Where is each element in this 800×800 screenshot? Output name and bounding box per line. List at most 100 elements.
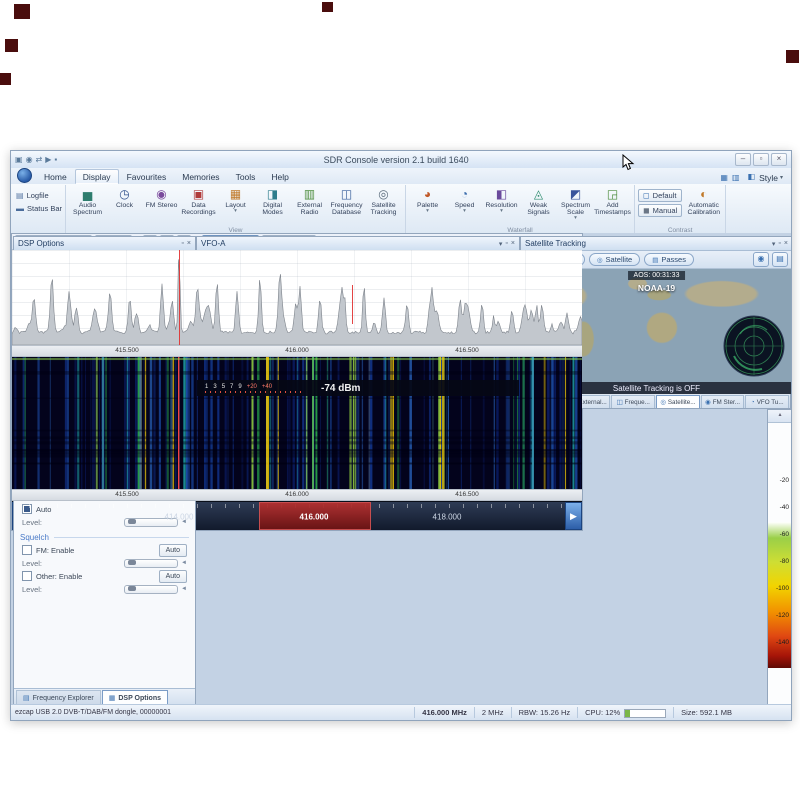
tuning-marker[interactable] (352, 285, 353, 324)
ribbon-button[interactable]: ▣ Data Recordings (180, 186, 217, 216)
nav-track[interactable]: 414.000416.000418.000 (29, 502, 565, 530)
ribbon-toggle[interactable]: ▬ Status Bar (16, 204, 62, 213)
quick-access-toolbar: ▣◉⇄▶▪ (15, 155, 57, 164)
left-panel-tabs: ▤ Frequency Explorer ▦ DSP Options (14, 688, 195, 705)
menu-tab[interactable]: Help (263, 169, 296, 184)
menu-tab[interactable]: Memories (174, 169, 227, 184)
pin-icon[interactable]: ▫ (505, 240, 507, 248)
ribbon-button-icon: ▅ (83, 188, 92, 201)
ribbon-button[interactable]: ◫ Frequency Database (328, 186, 365, 216)
meter-tick: 5 (222, 384, 225, 390)
close-button[interactable]: × (771, 153, 787, 166)
titlebar-icon[interactable]: ⇄ (36, 155, 43, 164)
satellite-toolbar-button[interactable]: ◎ Satellite (589, 253, 640, 266)
contrast-default-button[interactable]: ◻ Default (638, 189, 682, 202)
chevron-down-icon[interactable]: ▾ (772, 240, 776, 248)
main-waterfall[interactable] (12, 357, 582, 489)
other-squelch-checkbox[interactable] (22, 571, 32, 581)
close-icon[interactable]: × (784, 240, 788, 248)
ribbon-button[interactable]: ▦ Layout ▾ (217, 186, 254, 216)
close-icon[interactable]: × (187, 240, 191, 247)
other-squelch-level-slider[interactable] (124, 585, 178, 594)
image-artifact (322, 2, 333, 12)
contrast-manual-button[interactable]: ◼ Manual (638, 204, 682, 217)
waterfall-db-scale[interactable]: ▴ -20-40-60-80-100-120-140 (767, 409, 791, 705)
menu-tab[interactable]: Home (36, 169, 75, 184)
image-artifact (0, 73, 11, 85)
ribbon-button[interactable]: ◉ FM Stereo (143, 186, 180, 216)
camera-icon[interactable]: ◉ (753, 252, 769, 267)
meter-tick: 1 (205, 384, 208, 390)
ribbon-button-icon: ▥ (304, 188, 315, 201)
ribbon-button[interactable]: ▥ External Radio (291, 186, 328, 216)
chevron-down-icon: ▾ (574, 216, 577, 222)
ribbon-button[interactable]: ▅ Audio Spectrum (69, 186, 106, 216)
manual-icon: ◼ (643, 206, 650, 215)
dock-tab[interactable]: ◔ VFO Tu... (745, 395, 789, 408)
style-label: Style (759, 173, 778, 183)
vfo-panel-caption[interactable]: VFO-A ▾ ▫ × (197, 237, 519, 251)
titlebar-icon[interactable]: ▶ (45, 155, 51, 164)
satellite-toolbar-button[interactable]: ▤ Passes (644, 253, 694, 266)
pin-icon[interactable]: ▫ (181, 240, 183, 247)
dsp-panel-caption[interactable]: DSP Options ▫ × (14, 237, 195, 251)
panels-small-icon[interactable]: ▥ (732, 173, 740, 182)
meter-tick: +20 (247, 384, 257, 390)
fm-squelch-auto-button[interactable]: Auto (159, 544, 187, 557)
auto-calibration-button[interactable]: ◐ Automatic Calibration (685, 186, 722, 216)
ribbon-button[interactable]: ◎ Satellite Tracking (365, 186, 402, 216)
menu-tab[interactable]: Tools (228, 169, 264, 184)
device-name: ezcap USB 2.0 DVB-T/DAB/FM dongle, 00000… (15, 709, 171, 716)
ribbon-button[interactable]: ◩ Spectrum Scale ▾ (557, 186, 594, 222)
satellite-panel-caption[interactable]: Satellite Tracking ▾ ▫ × (521, 237, 791, 251)
chevron-down-icon[interactable]: ▾ (499, 240, 503, 248)
db-tick-label: -40 (768, 503, 791, 530)
maximize-button[interactable]: ▫ (753, 153, 769, 166)
titlebar-icon[interactable]: ▣ (15, 155, 23, 164)
slider-arrow-icon[interactable]: ◄ (181, 586, 187, 592)
frequency-tick: 416.000 (285, 347, 309, 354)
layout-small-icon[interactable]: ▦ (720, 173, 728, 182)
app-menu-button[interactable] (17, 168, 32, 183)
image-artifact (14, 4, 30, 19)
main-spectrum[interactable] (12, 250, 582, 345)
fm-squelch-level-slider[interactable] (124, 559, 178, 568)
ribbon-button[interactable]: ◬ Weak Signals (520, 186, 557, 222)
ribbon-button-icon: ◬ (534, 188, 543, 201)
fm-squelch-checkbox[interactable] (22, 545, 32, 555)
close-icon[interactable]: × (511, 240, 515, 248)
chevron-down-icon: ▾ (780, 174, 783, 181)
title-bar[interactable]: ▣◉⇄▶▪ SDR Console version 2.1 build 1640… (11, 151, 791, 169)
tuning-marker[interactable] (179, 250, 180, 345)
aos-countdown: AOS: 00:31:33 (628, 271, 686, 280)
other-squelch-auto-button[interactable]: Auto (159, 570, 187, 583)
dock-tab[interactable]: ◫ Freque... (611, 395, 655, 408)
image-artifact (786, 50, 799, 63)
style-selector[interactable]: ◧ Style ▾ (746, 172, 783, 183)
ribbon-button[interactable]: ◧ Resolution ▾ (483, 186, 520, 222)
polar-plot (722, 314, 786, 378)
tab-frequency-explorer[interactable]: ▤ Frequency Explorer (16, 690, 101, 705)
pin-icon[interactable]: ▫ (778, 240, 780, 248)
nav-frequency-tick: 416.000 (300, 512, 329, 521)
ribbon-toggle[interactable]: ▤ Logfile (16, 191, 62, 200)
list-icon[interactable]: ▤ (772, 252, 788, 267)
nav-frequency-tick: 418.000 (433, 512, 462, 521)
menu-tab[interactable]: Favourites (119, 169, 175, 184)
nav-right-button[interactable]: ▶ (565, 502, 582, 530)
ribbon-button[interactable]: ◲ Add Timestamps (594, 186, 631, 222)
menu-tab[interactable]: Display (75, 169, 119, 184)
tab-dsp-options[interactable]: ▦ DSP Options (102, 690, 168, 705)
slider-arrow-icon[interactable]: ◄ (181, 560, 187, 566)
dock-tab[interactable]: ◉ FM Ster... (701, 395, 745, 408)
scale-button[interactable]: ▴ (768, 410, 791, 423)
titlebar-icon[interactable]: ◉ (26, 155, 33, 164)
ribbon-button[interactable]: ◔ Speed ▾ (446, 186, 483, 222)
dock-tab-icon: ◉ (705, 398, 711, 406)
minimize-button[interactable]: – (735, 153, 751, 166)
toggle-icon: ▬ (16, 204, 24, 213)
ribbon-button[interactable]: ◨ Digital Modes (254, 186, 291, 216)
dock-tab[interactable]: ◎ Satellite... (656, 395, 700, 408)
ribbon-button[interactable]: ◕ Palette ▾ (409, 186, 446, 222)
ribbon-button[interactable]: ◷ Clock (106, 186, 143, 216)
